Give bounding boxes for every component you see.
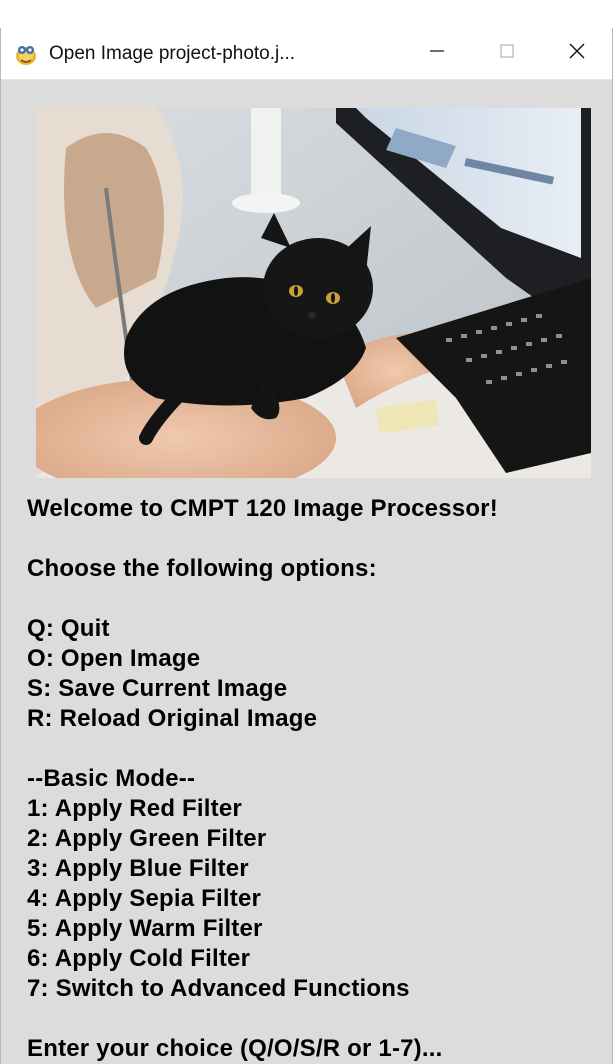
choose-text: Choose the following options: <box>27 555 377 582</box>
window-title: Open Image project-photo.j... <box>49 42 296 64</box>
close-button[interactable] <box>542 28 612 80</box>
option-advanced-functions: 7: Switch to Advanced Functions <box>27 975 410 1002</box>
console-menu: Welcome to CMPT 120 Image Processor! Cho… <box>27 494 607 1064</box>
maximize-button[interactable] <box>472 28 542 80</box>
minimize-icon <box>429 43 445 64</box>
option-sepia-filter: 4: Apply Sepia Filter <box>27 885 262 912</box>
maximize-icon <box>499 43 515 64</box>
loaded-photo <box>36 108 591 478</box>
close-icon <box>568 42 586 65</box>
option-quit: Q: Quit <box>27 615 110 642</box>
option-red-filter: 1: Apply Red Filter <box>27 795 242 822</box>
option-blue-filter: 3: Apply Blue Filter <box>27 855 249 882</box>
option-warm-filter: 5: Apply Warm Filter <box>27 915 263 942</box>
title-bar[interactable]: Open Image project-photo.j... <box>1 28 612 80</box>
pygame-snake-icon <box>13 41 39 67</box>
option-reload-image: R: Reload Original Image <box>27 705 318 732</box>
minimize-button[interactable] <box>402 28 472 80</box>
option-cold-filter: 6: Apply Cold Filter <box>27 945 251 972</box>
mode-header: --Basic Mode-- <box>27 765 196 792</box>
option-save-image: S: Save Current Image <box>27 675 288 702</box>
welcome-text: Welcome to CMPT 120 Image Processor! <box>27 495 498 522</box>
app-window: Open Image project-photo.j... Welcome to… <box>0 28 613 1064</box>
input-prompt: Enter your choice (Q/O/S/R or 1-7)... <box>27 1035 443 1062</box>
option-open-image: O: Open Image <box>27 645 201 672</box>
option-green-filter: 2: Apply Green Filter <box>27 825 267 852</box>
